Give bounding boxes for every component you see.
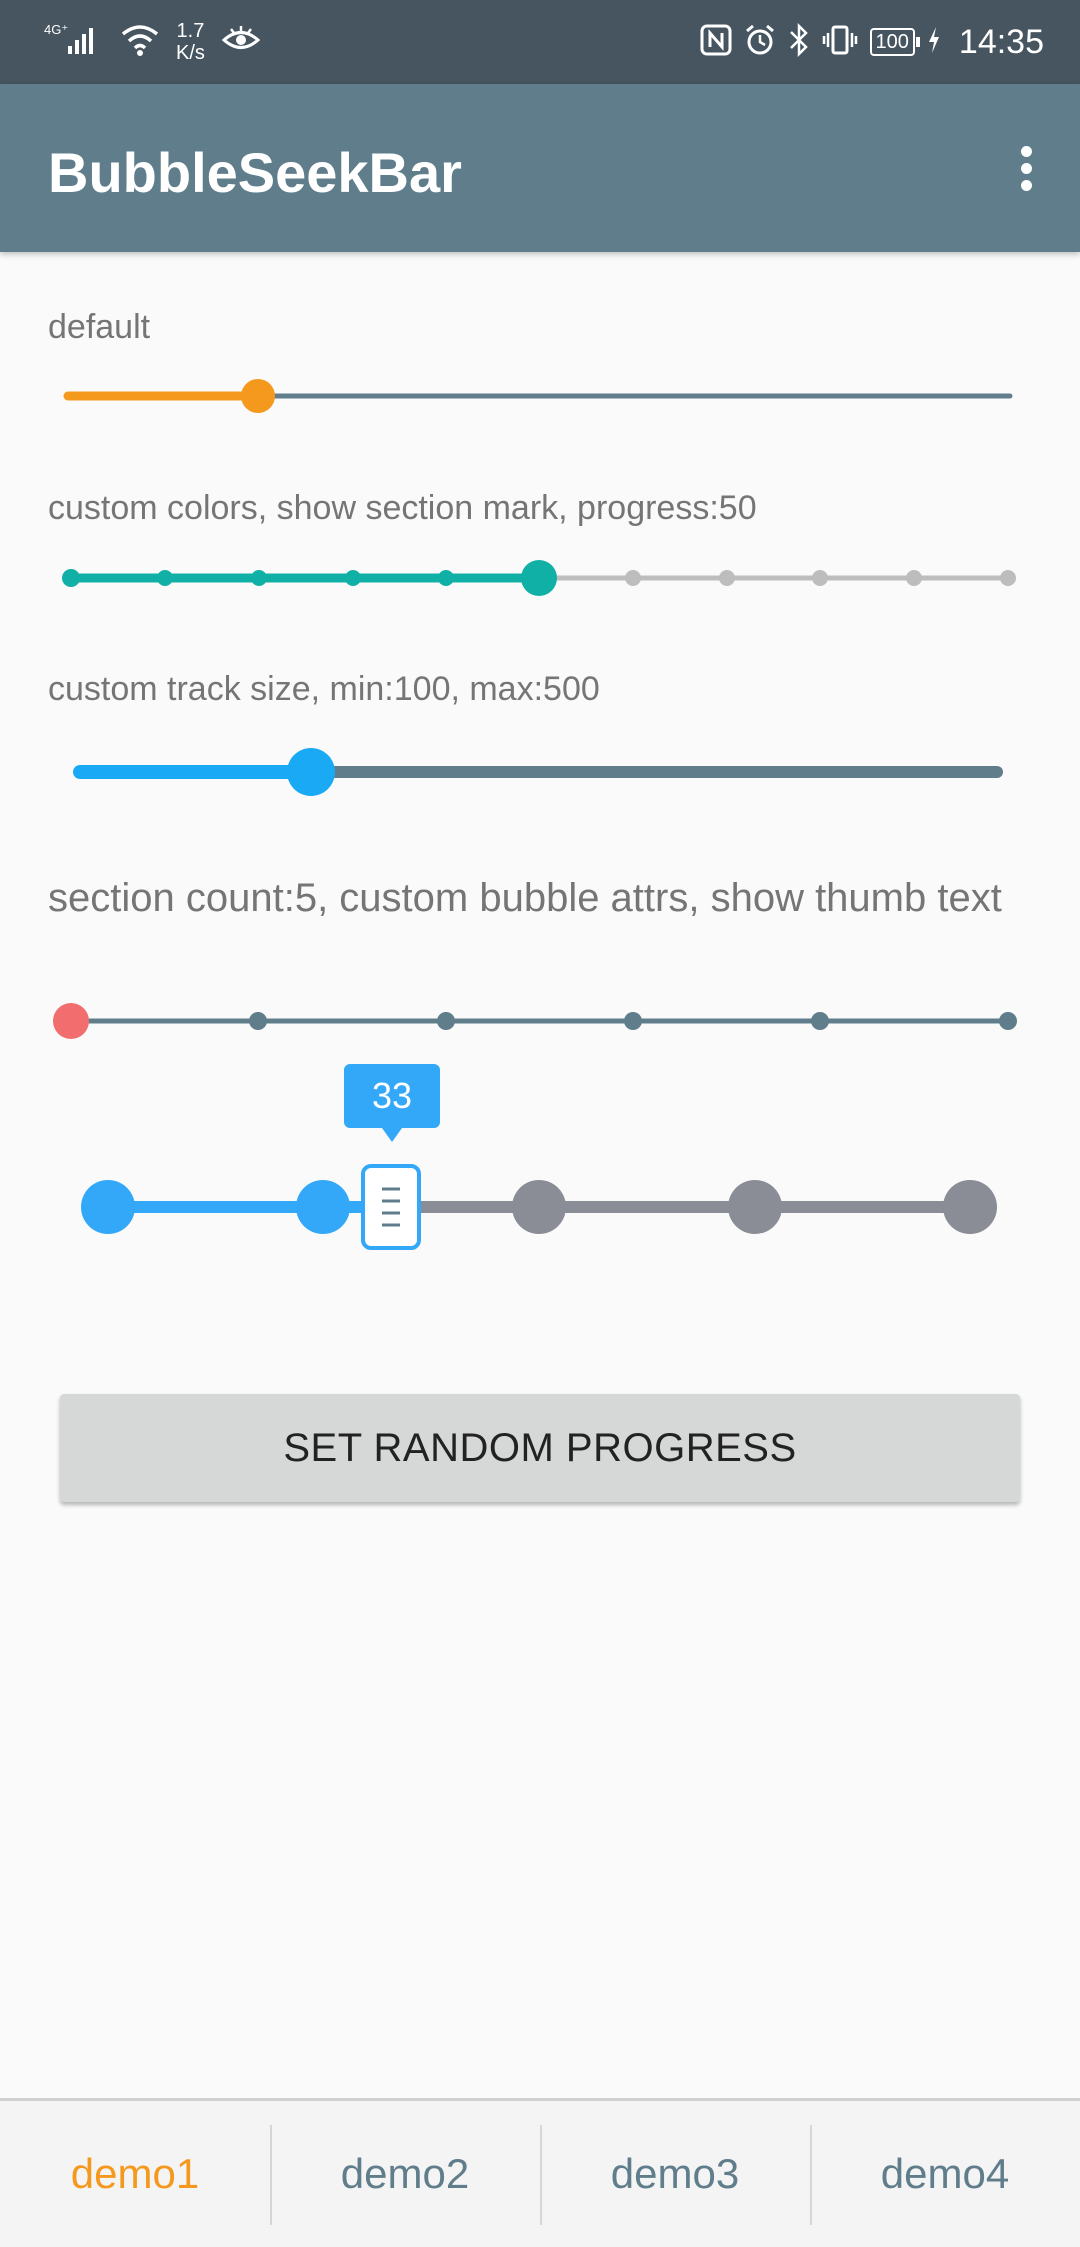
- section-mark: [345, 570, 361, 586]
- clock: 14:35: [958, 22, 1044, 61]
- section-mark: [999, 1012, 1017, 1030]
- section-mark: [812, 570, 828, 586]
- section-mark: [296, 1180, 350, 1234]
- wifi-icon: [120, 23, 160, 62]
- seekbar-custom-bubble[interactable]: [0, 1164, 1080, 1250]
- charging-icon: [927, 26, 941, 59]
- set-random-progress-button[interactable]: SET RANDOM PROGRESS: [60, 1394, 1020, 1502]
- seekbar-label-default: default: [48, 308, 151, 346]
- vibrate-icon: [822, 24, 858, 61]
- seekbar-section-count[interactable]: [0, 981, 1080, 1061]
- network-speed: 1.7 K/s: [176, 20, 205, 64]
- section-mark: [251, 570, 267, 586]
- nfc-icon: [700, 24, 732, 61]
- svg-text:4G⁺: 4G⁺: [44, 22, 68, 37]
- eye-icon: [221, 25, 261, 60]
- seekbar-thumb[interactable]: [53, 1003, 89, 1039]
- seekbar-default[interactable]: [0, 356, 1080, 436]
- app-title: BubbleSeekBar: [48, 141, 462, 204]
- section-mark: [625, 570, 641, 586]
- section-mark: [62, 569, 80, 587]
- section-mark: [1000, 570, 1016, 586]
- section-mark: [157, 570, 173, 586]
- tab-demo4[interactable]: demo4: [810, 2101, 1080, 2247]
- signal-icon: 4G⁺: [44, 20, 104, 65]
- section-mark: [437, 1012, 455, 1030]
- seekbar-thumb-handle[interactable]: [361, 1164, 421, 1250]
- more-vert-icon[interactable]: [996, 136, 1056, 200]
- app-bar: BubbleSeekBar: [0, 84, 1080, 252]
- seekbar-custom-colors[interactable]: [0, 538, 1080, 618]
- seekbar-thumb[interactable]: [287, 748, 335, 796]
- seekbar-label-section-count: section count:5, custom bubble attrs, sh…: [48, 876, 1002, 920]
- alarm-icon: [744, 24, 776, 61]
- tab-demo3[interactable]: demo3: [540, 2101, 810, 2247]
- section-mark: [906, 570, 922, 586]
- tab-demo1[interactable]: demo1: [0, 2101, 270, 2247]
- seekbar-label-custom-colors: custom colors, show section mark, progre…: [48, 489, 757, 527]
- section-mark: [81, 1180, 135, 1234]
- seekbar-thumb[interactable]: [241, 379, 275, 413]
- seekbar-label-custom-track-size: custom track size, min:100, max:500: [48, 670, 600, 708]
- section-mark: [512, 1180, 566, 1234]
- progress-bubble: 33: [344, 1064, 440, 1142]
- battery-icon: 100: [869, 28, 921, 56]
- section-mark: [811, 1012, 829, 1030]
- section-mark: [719, 570, 735, 586]
- status-bar: 4G⁺ 1.7 K/s 100 14:35: [0, 0, 1080, 84]
- bottom-nav: demo1 demo2 demo3 demo4: [0, 2098, 1080, 2247]
- seekbar-custom-track-size[interactable]: [0, 732, 1080, 812]
- seekbar-thumb[interactable]: [521, 560, 557, 596]
- bluetooth-icon: [788, 22, 810, 62]
- section-mark: [438, 570, 454, 586]
- tab-demo2[interactable]: demo2: [270, 2101, 540, 2247]
- section-mark: [943, 1180, 997, 1234]
- section-mark: [728, 1180, 782, 1234]
- section-mark: [624, 1012, 642, 1030]
- section-mark: [249, 1012, 267, 1030]
